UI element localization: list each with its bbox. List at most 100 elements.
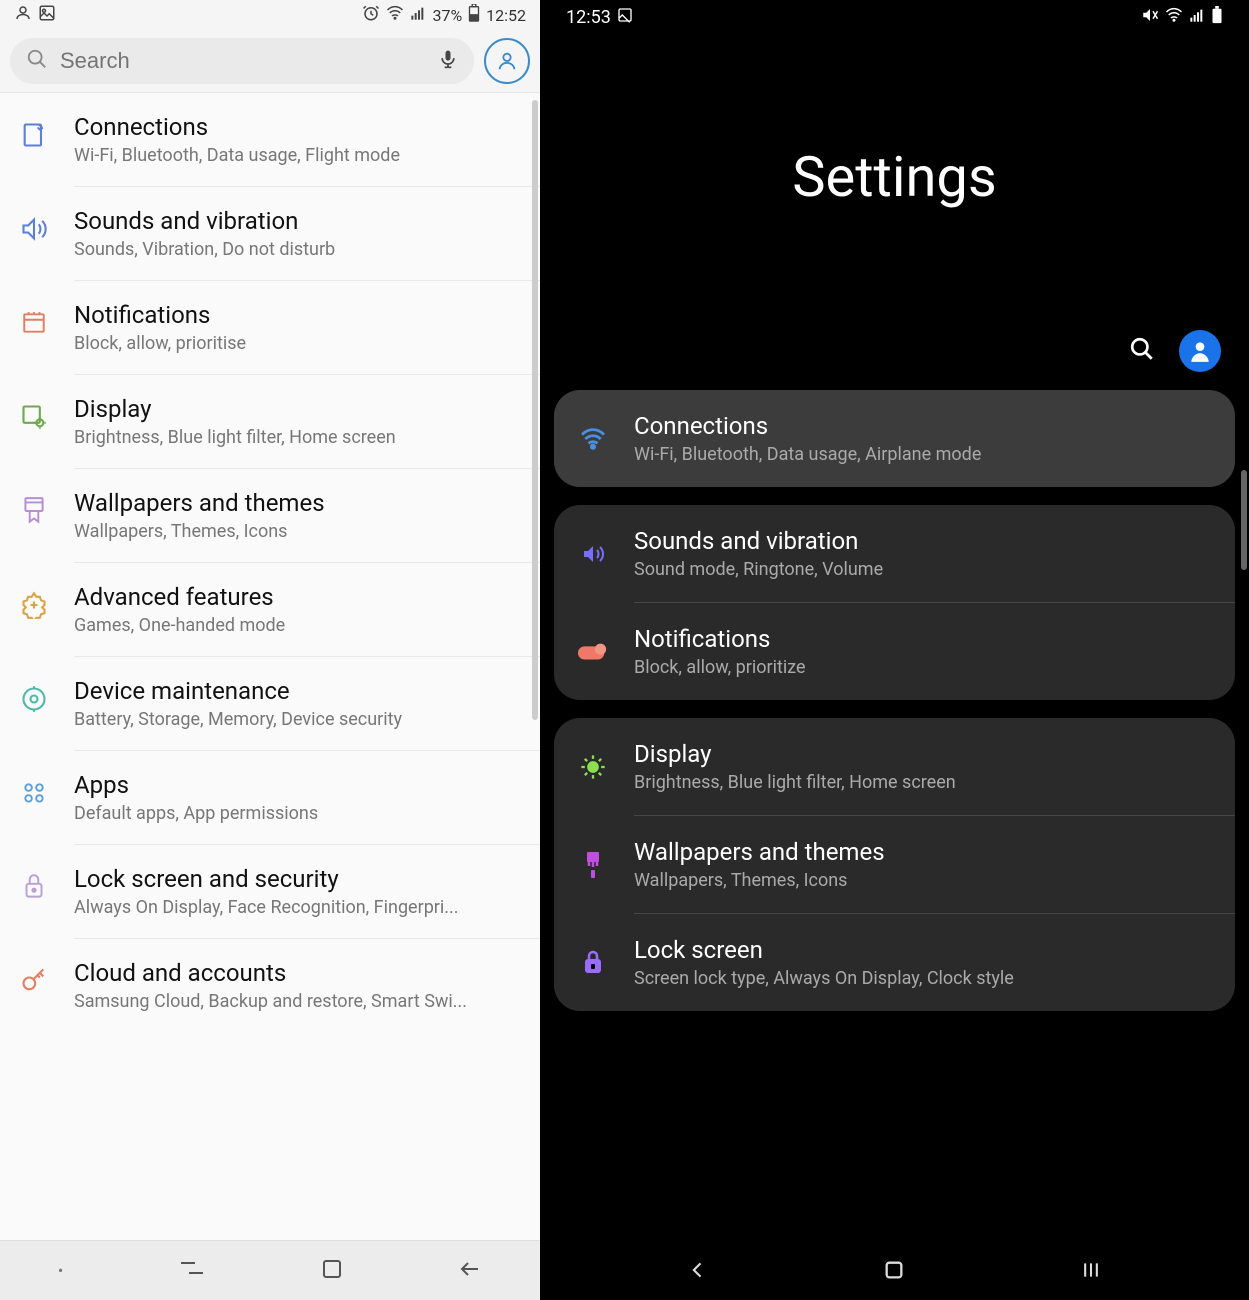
wifi-icon	[578, 424, 608, 454]
setting-title: Device maintenance	[74, 677, 522, 705]
setting-text: Display Brightness, Blue light filter, H…	[74, 395, 522, 448]
signal-icon	[1189, 7, 1205, 28]
recents-button[interactable]	[1081, 1260, 1101, 1284]
setting-item-lock-screen[interactable]: Lock screen Screen lock type, Always On …	[554, 914, 1235, 1011]
setting-text: Sounds and vibration Sound mode, Rington…	[634, 527, 1211, 580]
wifi-icon	[1165, 6, 1183, 29]
phone-light: 37% 12:52 Connections Wi-Fi, Bluetooth, …	[0, 0, 540, 1300]
setting-subtitle: Wallpapers, Themes, Icons	[74, 521, 484, 542]
setting-subtitle: Brightness, Blue light filter, Home scre…	[634, 772, 1211, 793]
brush-icon	[578, 850, 608, 880]
setting-text: Notifications Block, allow, prioritise	[74, 301, 522, 354]
setting-icon	[18, 213, 50, 245]
setting-icon	[18, 119, 50, 151]
setting-title: Wallpapers and themes	[74, 489, 522, 517]
setting-title: Notifications	[74, 301, 522, 329]
setting-subtitle: Default apps, App permissions	[74, 803, 484, 824]
mic-icon[interactable]	[438, 48, 458, 74]
setting-item-device-maintenance[interactable]: Device maintenance Battery, Storage, Mem…	[0, 657, 540, 750]
profile-button[interactable]	[484, 38, 530, 84]
home-button[interactable]	[321, 1258, 343, 1284]
setting-text: Connections Wi-Fi, Bluetooth, Data usage…	[74, 113, 522, 166]
search-input[interactable]	[60, 48, 426, 74]
setting-item-connections[interactable]: Connections Wi-Fi, Bluetooth, Data usage…	[0, 93, 540, 186]
recents-button[interactable]	[179, 1259, 205, 1283]
setting-text: Lock screen Screen lock type, Always On …	[634, 936, 1211, 989]
setting-item-apps[interactable]: Apps Default apps, App permissions	[0, 751, 540, 844]
setting-icon	[18, 401, 50, 433]
settings-group: Sounds and vibration Sound mode, Rington…	[554, 505, 1235, 700]
status-bar: 37% 12:52	[0, 0, 540, 30]
lock-icon	[578, 948, 608, 978]
setting-title: Cloud and accounts	[74, 959, 522, 987]
setting-text: Display Brightness, Blue light filter, H…	[634, 740, 1211, 793]
scrollbar[interactable]	[1241, 470, 1247, 570]
mute-icon	[1141, 6, 1159, 29]
setting-item-sounds-and-vibration[interactable]: Sounds and vibration Sound mode, Rington…	[554, 505, 1235, 602]
setting-title: Wallpapers and themes	[634, 838, 1211, 866]
alarm-icon	[362, 4, 380, 26]
setting-title: Advanced features	[74, 583, 522, 611]
setting-item-advanced-features[interactable]: Advanced features Games, One-handed mode	[0, 563, 540, 656]
profile-button[interactable]	[1179, 330, 1221, 372]
status-bar: 12:53	[540, 0, 1249, 34]
setting-text: Device maintenance Battery, Storage, Mem…	[74, 677, 522, 730]
setting-text: Lock screen and security Always On Displ…	[74, 865, 522, 918]
setting-item-wallpapers-and-themes[interactable]: Wallpapers and themes Wallpapers, Themes…	[0, 469, 540, 562]
setting-title: Sounds and vibration	[74, 207, 522, 235]
phone-dark: 12:53 Settings Connections Wi-Fi, Blueto…	[540, 0, 1249, 1300]
setting-subtitle: Wallpapers, Themes, Icons	[634, 870, 1211, 891]
setting-subtitle: Block, allow, prioritise	[74, 333, 484, 354]
back-button[interactable]	[458, 1259, 482, 1283]
image-icon	[38, 4, 56, 26]
battery-icon	[1211, 6, 1223, 29]
setting-icon	[18, 777, 50, 809]
setting-title: Connections	[74, 113, 522, 141]
sound-icon	[578, 539, 608, 569]
scrollbar[interactable]	[532, 100, 538, 720]
wifi-icon	[386, 4, 404, 26]
setting-icon	[18, 495, 50, 527]
nav-bar	[540, 1244, 1249, 1300]
setting-text: Wallpapers and themes Wallpapers, Themes…	[634, 838, 1211, 891]
setting-text: Connections Wi-Fi, Bluetooth, Data usage…	[634, 412, 1211, 465]
setting-item-notifications[interactable]: Notifications Block, allow, prioritize	[554, 603, 1235, 700]
setting-item-display[interactable]: Display Brightness, Blue light filter, H…	[0, 375, 540, 468]
setting-icon	[18, 589, 50, 621]
setting-title: Lock screen and security	[74, 865, 522, 893]
sun-icon	[578, 752, 608, 782]
setting-item-notifications[interactable]: Notifications Block, allow, prioritise	[0, 281, 540, 374]
search-box[interactable]	[10, 38, 474, 84]
setting-item-wallpapers-and-themes[interactable]: Wallpapers and themes Wallpapers, Themes…	[554, 816, 1235, 913]
setting-title: Connections	[634, 412, 1211, 440]
toolbar	[540, 320, 1249, 390]
setting-text: Sounds and vibration Sounds, Vibration, …	[74, 207, 522, 260]
setting-subtitle: Games, One-handed mode	[74, 615, 484, 636]
image-icon	[617, 7, 633, 28]
back-button[interactable]	[688, 1260, 708, 1284]
setting-icon	[18, 965, 50, 997]
toggle-icon	[578, 637, 608, 667]
setting-icon	[18, 307, 50, 339]
setting-title: Notifications	[634, 625, 1211, 653]
search-icon	[26, 48, 48, 74]
search-button[interactable]	[1129, 336, 1155, 366]
setting-item-cloud-and-accounts[interactable]: Cloud and accounts Samsung Cloud, Backup…	[0, 939, 540, 1032]
setting-icon	[18, 871, 50, 903]
setting-text: Notifications Block, allow, prioritize	[634, 625, 1211, 678]
setting-item-sounds-and-vibration[interactable]: Sounds and vibration Sounds, Vibration, …	[0, 187, 540, 280]
settings-list: Connections Wi-Fi, Bluetooth, Data usage…	[0, 92, 540, 1240]
setting-title: Lock screen	[634, 936, 1211, 964]
home-button[interactable]	[883, 1259, 905, 1285]
setting-title: Display	[634, 740, 1211, 768]
setting-title: Display	[74, 395, 522, 423]
setting-item-display[interactable]: Display Brightness, Blue light filter, H…	[554, 718, 1235, 815]
settings-group: Connections Wi-Fi, Bluetooth, Data usage…	[554, 390, 1235, 487]
search-row	[0, 30, 540, 92]
setting-title: Sounds and vibration	[634, 527, 1211, 555]
status-time: 12:52	[486, 6, 526, 25]
setting-item-lock-screen-and-security[interactable]: Lock screen and security Always On Displ…	[0, 845, 540, 938]
setting-icon	[18, 683, 50, 715]
setting-item-connections[interactable]: Connections Wi-Fi, Bluetooth, Data usage…	[554, 390, 1235, 487]
setting-subtitle: Wi-Fi, Bluetooth, Data usage, Airplane m…	[634, 444, 1211, 465]
